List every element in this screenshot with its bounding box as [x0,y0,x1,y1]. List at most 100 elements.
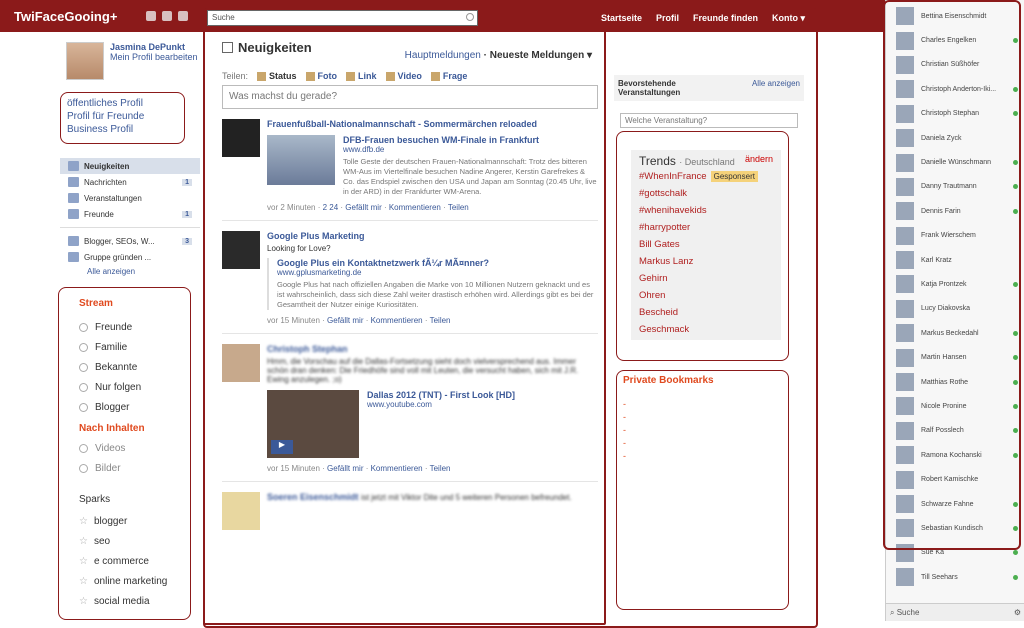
post-avatar[interactable] [222,119,260,157]
nav-konto[interactable]: Konto ▾ [772,13,805,24]
messages-icon[interactable] [162,11,172,21]
chat-friend[interactable]: Ralf Posslech [886,419,1024,443]
chat-friend[interactable]: Markus Beckedahl [886,321,1024,345]
spark-item[interactable]: ☆ social media [79,591,184,611]
chat-friend[interactable]: Martin Hansen [886,345,1024,369]
share-question-button[interactable]: Frage [430,71,467,81]
attachment-url[interactable]: www.gplusmarketing.de [277,268,598,277]
trend-item[interactable]: Geschmack [639,321,773,338]
post-title[interactable]: Google Plus Marketing [267,231,598,241]
chat-friend[interactable]: Till Seehars [886,565,1024,589]
play-icon[interactable]: ▶ [271,440,293,454]
bookmark-item[interactable]: - [623,424,782,437]
trend-item[interactable]: Ohren [639,287,773,304]
chat-friend[interactable]: Katja Prontzek [886,272,1024,296]
post-title[interactable]: Frauenfußball-Nationalmannschaft - Somme… [267,119,598,129]
spark-item[interactable]: ☆ online marketing [79,571,184,591]
chat-friend[interactable]: Sebastian Kundisch [886,516,1024,540]
post-avatar[interactable] [222,231,260,269]
nav-item-events[interactable]: Veranstaltungen [60,190,200,206]
trend-item[interactable]: #whenihavekids [639,202,773,219]
sort-top-stories[interactable]: Hauptmeldungen [405,50,481,61]
chat-friend[interactable]: Christoph Anderton-Iki... [886,77,1024,101]
bookmark-item[interactable]: - [623,437,782,450]
bookmark-item[interactable]: - [623,398,782,411]
trend-item[interactable]: #gottschalk [639,185,773,202]
trend-item[interactable]: #harrypotter [639,219,773,236]
share-link[interactable]: Teilen [430,316,451,325]
chat-friend[interactable]: Robert Kamischke [886,467,1024,491]
share-video-button[interactable]: Video [385,71,422,81]
business-profile-link[interactable]: Business Profil [67,123,178,136]
spark-item[interactable]: ☆ seo [79,531,184,551]
chat-friend[interactable]: Karl Kratz [886,248,1024,272]
chat-friend[interactable]: Schwarze Fahne [886,492,1024,516]
stream-filter-following[interactable]: Nur folgen [79,377,184,397]
nav-item-group[interactable]: Blogger, SEOs, W... 3 [60,233,200,249]
share-photo-button[interactable]: Foto [305,71,337,81]
chat-friend[interactable]: Daniela Zyck [886,126,1024,150]
post-title[interactable]: Soeren Eisenschmidt [267,492,359,502]
content-filter-videos[interactable]: Videos [79,438,184,458]
chat-friend[interactable]: Lucy Diakovska [886,297,1024,321]
chat-friend[interactable]: Dennis Farin [886,199,1024,223]
chat-friend[interactable]: Christoph Stephan [886,102,1024,126]
stream-filter-blogger[interactable]: Blogger [79,397,184,417]
chat-friend[interactable]: Nicole Pronine [886,394,1024,418]
chat-friend[interactable]: Ramona Kochanski [886,443,1024,467]
show-all-link[interactable]: Alle anzeigen [87,267,200,276]
friends-profile-link[interactable]: Profil für Freunde [67,110,178,123]
post-avatar[interactable] [222,344,260,382]
status-composer[interactable]: Was machst du gerade? [222,85,598,109]
nav-freunde-finden[interactable]: Freunde finden [693,13,758,24]
chat-friend[interactable]: Sue Ka [886,541,1024,565]
nav-item-messages[interactable]: Nachrichten 1 [60,174,200,190]
share-link-button[interactable]: Link [346,71,377,81]
attachment-thumbnail[interactable] [267,135,335,185]
like-link[interactable]: Gefällt mir [327,464,363,473]
public-profile-link[interactable]: öffentliches Profil [67,97,178,110]
stream-filter-friends[interactable]: Freunde [79,317,184,337]
like-link[interactable]: Gefällt mir [345,203,381,212]
comment-link[interactable]: Kommentieren [371,316,423,325]
chat-friend[interactable]: Frank Wierschem [886,224,1024,248]
trend-item[interactable]: Bescheid [639,304,773,321]
site-logo[interactable]: TwiFaceGooing+ [14,9,117,24]
video-thumbnail[interactable]: ▶ [267,390,359,458]
search-input[interactable]: Suche [207,10,478,26]
post-avatar[interactable] [222,492,260,530]
edit-profile-link[interactable]: Mein Profil bearbeiten [110,52,198,62]
nav-profil[interactable]: Profil [656,13,679,24]
share-link[interactable]: Teilen [430,464,451,473]
nav-item-news[interactable]: Neuigkeiten [60,158,200,174]
attachment-title[interactable]: Dallas 2012 (TNT) - First Look [HD] [367,390,515,400]
comment-link[interactable]: Kommentieren [389,203,441,212]
notifications-icon[interactable] [178,11,188,21]
like-count[interactable]: 24 [329,203,338,212]
chat-search-input[interactable]: ⌕ Suche ⚙ [886,603,1024,621]
chat-friend[interactable]: Charles Engelken [886,28,1024,52]
chat-friend[interactable]: Matthias Rothe [886,370,1024,394]
nav-startseite[interactable]: Startseite [601,13,642,24]
attachment-title[interactable]: Google Plus ein Kontaktnetzwerk fÃ¼r MÃ¤… [277,258,598,268]
attachment-url[interactable]: www.dfb.de [343,145,598,154]
gear-icon[interactable]: ⚙ [1014,608,1021,617]
comment-link[interactable]: Kommentieren [371,464,423,473]
chat-friend[interactable]: Danielle Wünschmann [886,150,1024,174]
chat-friend[interactable]: Bettina Eisenschmidt [886,4,1024,28]
friend-requests-icon[interactable] [146,11,156,21]
spark-item[interactable]: ☆ blogger [79,511,184,531]
stream-filter-acquaintances[interactable]: Bekannte [79,357,184,377]
comment-count[interactable]: 2 [323,203,327,212]
content-filter-images[interactable]: Bilder [79,458,184,478]
spark-item[interactable]: ☆ e commerce [79,551,184,571]
trend-item[interactable]: Markus Lanz [639,253,773,270]
nav-item-friends[interactable]: Freunde 1 [60,206,200,222]
attachment-url[interactable]: www.youtube.com [367,400,515,409]
chat-friend[interactable]: Christian Süßhöfer [886,53,1024,77]
trend-item[interactable]: #WhenInFrance Gesponsert [639,168,773,185]
trend-item[interactable]: Gehirn [639,270,773,287]
search-icon[interactable] [466,13,474,21]
events-show-all[interactable]: Alle anzeigen [752,79,800,97]
share-status-button[interactable]: Status [257,71,297,81]
